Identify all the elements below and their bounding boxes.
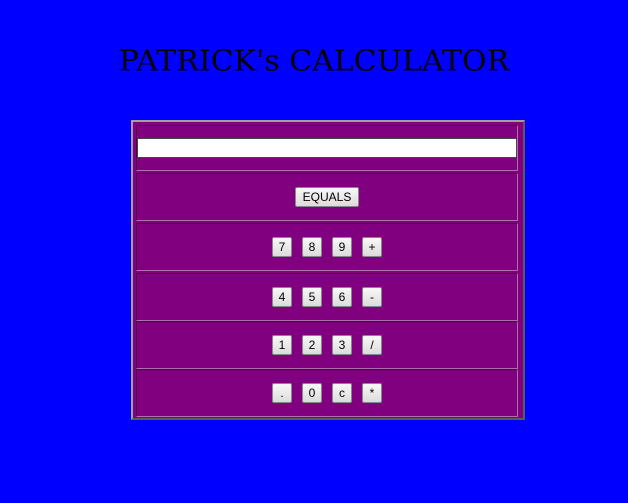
plus-button[interactable]: + bbox=[362, 237, 382, 257]
keypad-row-1: 7 8 9 + bbox=[136, 223, 518, 271]
multiply-button[interactable]: * bbox=[362, 383, 382, 403]
key-8-button[interactable]: 8 bbox=[302, 237, 322, 257]
key-4-button[interactable]: 4 bbox=[272, 287, 292, 307]
decimal-button[interactable]: . bbox=[272, 383, 292, 403]
key-5-button[interactable]: 5 bbox=[302, 287, 322, 307]
display-input[interactable] bbox=[137, 138, 517, 158]
minus-button[interactable]: - bbox=[362, 287, 382, 307]
key-9-button[interactable]: 9 bbox=[332, 237, 352, 257]
page-title: PATRICK's CALCULATOR bbox=[118, 44, 510, 79]
key-7-button[interactable]: 7 bbox=[272, 237, 292, 257]
key-3-button[interactable]: 3 bbox=[332, 335, 352, 355]
key-1-button[interactable]: 1 bbox=[272, 335, 292, 355]
calculator-panel: EQUALS 7 8 9 + 4 5 6 - 1 2 3 / . 0 c * bbox=[131, 120, 525, 420]
equals-row: EQUALS bbox=[136, 173, 518, 221]
display-row bbox=[136, 125, 518, 171]
keypad-row-4: . 0 c * bbox=[136, 369, 518, 417]
key-6-button[interactable]: 6 bbox=[332, 287, 352, 307]
equals-button[interactable]: EQUALS bbox=[294, 187, 360, 207]
key-2-button[interactable]: 2 bbox=[302, 335, 322, 355]
keypad-row-3: 1 2 3 / bbox=[136, 321, 518, 369]
keypad-row-2: 4 5 6 - bbox=[136, 273, 518, 321]
key-0-button[interactable]: 0 bbox=[302, 383, 322, 403]
clear-button[interactable]: c bbox=[332, 383, 352, 403]
divide-button[interactable]: / bbox=[362, 335, 382, 355]
